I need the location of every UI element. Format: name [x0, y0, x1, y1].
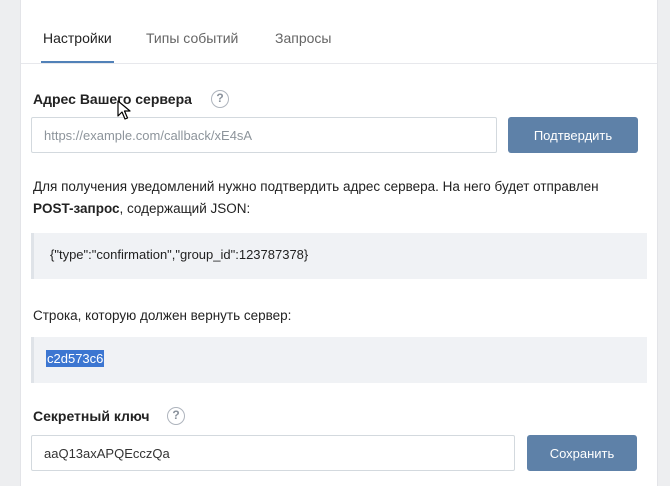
tab-requests[interactable]: Запросы — [275, 30, 331, 46]
response-string-label: Строка, которую должен вернуть сервер: — [33, 308, 292, 323]
response-code: c2d573c6 — [46, 350, 105, 367]
tab-settings[interactable]: Настройки — [41, 30, 114, 63]
server-help-icon[interactable]: ? — [211, 90, 229, 108]
save-button[interactable]: Сохранить — [527, 435, 637, 471]
mouse-cursor-icon — [117, 100, 131, 120]
secret-key-input[interactable] — [31, 435, 515, 471]
json-code-box: {"type":"confirmation","group_id":123787… — [31, 233, 647, 279]
server-address-label: Адрес Вашего сервера — [33, 91, 192, 107]
description-text-start: Для получения уведомлений нужно подтверд… — [33, 179, 599, 194]
tab-event-types[interactable]: Типы событий — [146, 30, 238, 46]
secret-help-icon[interactable]: ? — [167, 407, 185, 425]
secret-key-label: Секретный ключ — [33, 408, 150, 424]
confirm-button[interactable]: Подтвердить — [508, 117, 638, 153]
post-request-bold: POST-запрос — [33, 201, 120, 216]
callback-settings-panel: Настройки Типы событий Запросы Адрес Ваш… — [20, 0, 658, 486]
description-text-end: , содержащий JSON: — [119, 201, 251, 216]
response-code-selected[interactable]: c2d573c6 — [46, 350, 105, 367]
json-code: {"type":"confirmation","group_id":123787… — [50, 247, 309, 262]
confirmation-description: Для получения уведомлений нужно подтверд… — [33, 176, 633, 220]
server-address-input[interactable] — [31, 117, 497, 153]
tab-bar: Настройки Типы событий Запросы — [21, 0, 657, 64]
response-code-box: c2d573c6 — [31, 337, 647, 383]
